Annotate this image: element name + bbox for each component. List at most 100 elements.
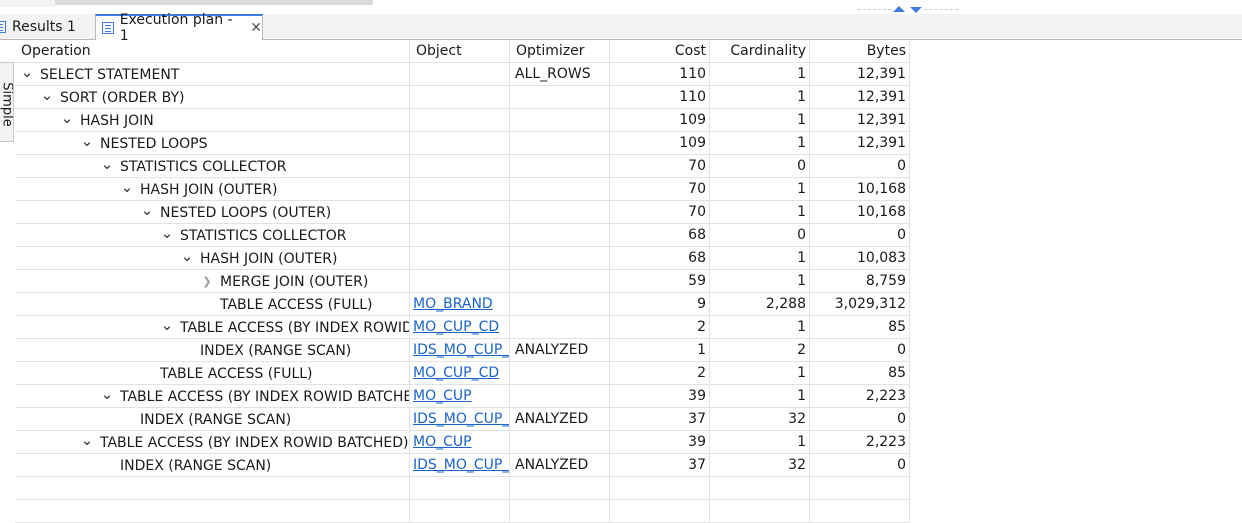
object-link[interactable]: MO_CUP_CD [413,319,499,335]
object-link[interactable]: MO_CUP [413,434,472,450]
empty-cell [810,500,910,523]
optimizer-cell: ANALYZED [510,339,610,362]
restore-down-icon[interactable] [910,7,922,13]
chevron-down-icon[interactable]: ⌄ [40,87,54,102]
table-row[interactable]: TABLE ACCESS (FULL) MO_BRAND 9 2,288 3,029,3… [15,293,1242,316]
chevron-down-icon[interactable]: ⌄ [140,202,154,217]
tab-execution-plan-1[interactable]: Execution plan - 1 ✕ [95,12,263,44]
operation-cell: ⌄ HASH JOIN (OUTER) [15,178,410,201]
table-row[interactable]: ⌄ TABLE ACCESS (BY INDEX ROWID MO_CUP_CD 2 1… [15,316,1242,339]
close-tab-icon[interactable]: ✕ [250,20,262,36]
cost-cell: 9 [610,293,710,316]
operation-wrap: ⌄ SORT (ORDER BY) [40,86,185,108]
bytes-cell: 3,029,312 [810,293,910,316]
operation-cell: ⌄ TABLE ACCESS (BY INDEX ROWID BATCHE [15,385,410,408]
table-row[interactable]: INDEX (RANGE SCAN) IDS_MO_CUP_ ANALYZED 1 2 0 [15,339,1242,362]
column-header-cardinality[interactable]: Cardinality [710,40,810,63]
operation-cell: TABLE ACCESS (FULL) [15,362,410,385]
operation-cell: ⌄ NESTED LOOPS (OUTER) [15,201,410,224]
table-row[interactable]: ❯ MERGE JOIN (OUTER) 59 1 8,759 [15,270,1242,293]
table-row[interactable]: ⌄ HASH JOIN (OUTER) 68 1 10,083 [15,247,1242,270]
object-cell [410,155,510,178]
cost-cell: 70 [610,178,710,201]
operation-label: HASH JOIN (OUTER) [200,250,338,267]
table-row[interactable]: ⌄ HASH JOIN (OUTER) 70 1 10,168 [15,178,1242,201]
optimizer-cell [510,270,610,293]
optimizer-cell [510,316,610,339]
chevron-down-icon[interactable]: ⌄ [120,179,134,194]
optimizer-cell [510,109,610,132]
operation-wrap: ⌄ SELECT STATEMENT [20,63,180,85]
object-cell: MO_CUP_CD [410,362,510,385]
operation-wrap: ⌄ STATISTICS COLLECTOR [160,224,347,246]
object-cell [410,270,510,293]
chevron-down-icon[interactable]: ⌄ [100,386,114,401]
operation-label: STATISTICS COLLECTOR [120,158,287,175]
object-link[interactable]: MO_BRAND [413,296,493,312]
table-row[interactable]: ⌄ STATISTICS COLLECTOR 70 0 0 [15,155,1242,178]
object-cell [410,109,510,132]
side-tab-simple[interactable]: Simple [0,62,14,142]
operation-label: INDEX (RANGE SCAN) [200,342,352,359]
bytes-cell: 12,391 [810,86,910,109]
chevron-down-icon[interactable]: ⌄ [160,317,174,332]
empty-cell [15,477,410,500]
column-header-operation[interactable]: Operation [15,40,410,63]
grid-icon [0,20,6,33]
column-header-bytes[interactable]: Bytes [810,40,910,63]
operation-cell: ❯ MERGE JOIN (OUTER) [15,270,410,293]
chevron-down-icon[interactable]: ⌄ [100,156,114,171]
table-row[interactable]: ⌄ SORT (ORDER BY) 110 1 12,391 [15,86,1242,109]
chevron-down-icon[interactable]: ⌄ [20,64,34,79]
table-row[interactable]: ⌄ STATISTICS COLLECTOR 68 0 0 [15,224,1242,247]
horizontal-scrollbar[interactable] [55,0,373,5]
table-row[interactable]: ⌄ SELECT STATEMENT ALL_ROWS 110 1 12,391 [15,63,1242,86]
operation-cell: ⌄ TABLE ACCESS (BY INDEX ROWID BATCHED) [15,431,410,454]
result-tabbar: Results 1 Execution plan - 1 ✕ [0,12,1242,44]
chevron-right-icon[interactable]: ❯ [200,271,214,293]
object-link[interactable]: MO_CUP_CD [413,365,499,381]
object-cell [410,132,510,155]
optimizer-cell [510,86,610,109]
object-link[interactable]: IDS_MO_CUP_ [413,457,509,473]
tab-results-1[interactable]: Results 1 [0,14,92,39]
table-row[interactable]: INDEX (RANGE SCAN) IDS_MO_CUP_ ANALYZED 37 3… [15,454,1242,477]
operation-cell: ⌄ TABLE ACCESS (BY INDEX ROWID [15,316,410,339]
object-cell [410,178,510,201]
operation-cell: ⌄ HASH JOIN (OUTER) [15,247,410,270]
table-row[interactable]: INDEX (RANGE SCAN) IDS_MO_CUP_ ANALYZED 37 3… [15,408,1242,431]
table-row[interactable]: ⌄ TABLE ACCESS (BY INDEX ROWID BATCHE MO_C… [15,385,1242,408]
object-cell [410,63,510,86]
cardinality-cell: 1 [710,431,810,454]
table-row[interactable]: ⌄ TABLE ACCESS (BY INDEX ROWID BATCHED) MO… [15,431,1242,454]
chevron-down-icon[interactable]: ⌄ [160,225,174,240]
cost-cell: 70 [610,155,710,178]
object-link[interactable]: IDS_MO_CUP_ [413,411,509,427]
object-link[interactable]: IDS_MO_CUP_ [413,342,509,358]
empty-row [15,477,1242,500]
panel-splitter[interactable] [858,6,958,14]
chevron-down-icon[interactable]: ⌄ [80,432,94,447]
cost-cell: 1 [610,339,710,362]
column-header-optimizer[interactable]: Optimizer [510,40,610,63]
table-row[interactable]: ⌄ NESTED LOOPS (OUTER) 70 1 10,168 [15,201,1242,224]
table-row[interactable]: ⌄ NESTED LOOPS 109 1 12,391 [15,132,1242,155]
table-row[interactable]: TABLE ACCESS (FULL) MO_CUP_CD 2 1 85 [15,362,1242,385]
operation-label: TABLE ACCESS (FULL) [220,296,373,313]
operation-cell: INDEX (RANGE SCAN) [15,408,410,431]
table-row[interactable]: ⌄ HASH JOIN 109 1 12,391 [15,109,1242,132]
chevron-down-icon[interactable]: ⌄ [180,248,194,263]
cost-cell: 37 [610,408,710,431]
operation-label: NESTED LOOPS (OUTER) [160,204,332,221]
maximize-up-icon[interactable] [893,6,905,12]
operation-wrap: ⌄ HASH JOIN (OUTER) [120,178,278,200]
cardinality-cell: 1 [710,86,810,109]
object-link[interactable]: MO_CUP [413,388,472,404]
chevron-down-icon[interactable]: ⌄ [80,133,94,148]
chevron-down-icon[interactable]: ⌄ [60,110,74,125]
column-header-object[interactable]: Object [410,40,510,63]
optimizer-cell [510,293,610,316]
bytes-cell: 0 [810,408,910,431]
empty-cell [610,500,710,523]
column-header-cost[interactable]: Cost [610,40,710,63]
